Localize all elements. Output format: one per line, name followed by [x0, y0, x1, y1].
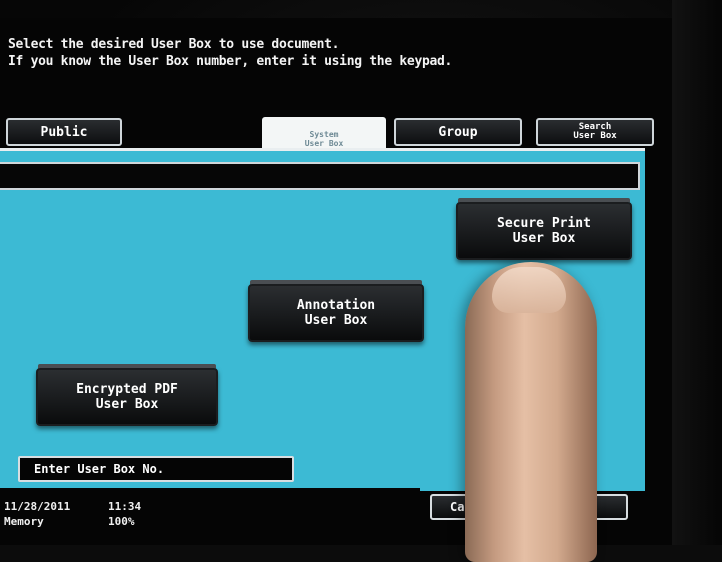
- annotation-user-box-button[interactable]: Annotation User Box: [248, 284, 424, 342]
- instruction-text: Select the desired User Box to use docum…: [8, 36, 452, 70]
- fingernail-photo: [492, 267, 566, 313]
- encrypted-pdf-line-1: Encrypted PDF: [76, 382, 178, 397]
- status-time: 11:34: [108, 500, 142, 513]
- tab-system-line-2: User Box: [304, 139, 344, 148]
- encrypted-pdf-line-2: User Box: [95, 397, 159, 412]
- annotation-line-2: User Box: [304, 313, 368, 328]
- status-date: 11/28/2011: [4, 500, 71, 513]
- status-bar: 11/28/2011 11:34 Memory 100%: [0, 488, 420, 545]
- secure-print-line-2: User Box: [512, 231, 576, 246]
- tab-public[interactable]: Public: [6, 118, 122, 146]
- secure-print-line-1: Secure Print: [497, 216, 591, 231]
- tab-search-line-2: User Box: [573, 131, 617, 141]
- status-memory-label: Memory: [4, 515, 44, 528]
- tab-group[interactable]: Group: [394, 118, 522, 146]
- annotation-line-1: Annotation: [296, 298, 376, 313]
- enter-user-box-number-button[interactable]: Enter User Box No.: [18, 456, 294, 482]
- path-bar: [0, 162, 640, 190]
- tab-system-line-1: System: [309, 130, 339, 139]
- device-edge: [672, 0, 722, 545]
- tab-search-user-box[interactable]: Search User Box: [536, 118, 654, 146]
- status-memory-value: 100%: [108, 515, 135, 528]
- instruction-line-1: Select the desired User Box to use docum…: [8, 37, 340, 52]
- encrypted-pdf-user-box-button[interactable]: Encrypted PDF User Box: [36, 368, 218, 426]
- instruction-line-2: If you know the User Box number, enter i…: [8, 54, 453, 69]
- secure-print-user-box-button[interactable]: Secure Print User Box: [456, 202, 632, 260]
